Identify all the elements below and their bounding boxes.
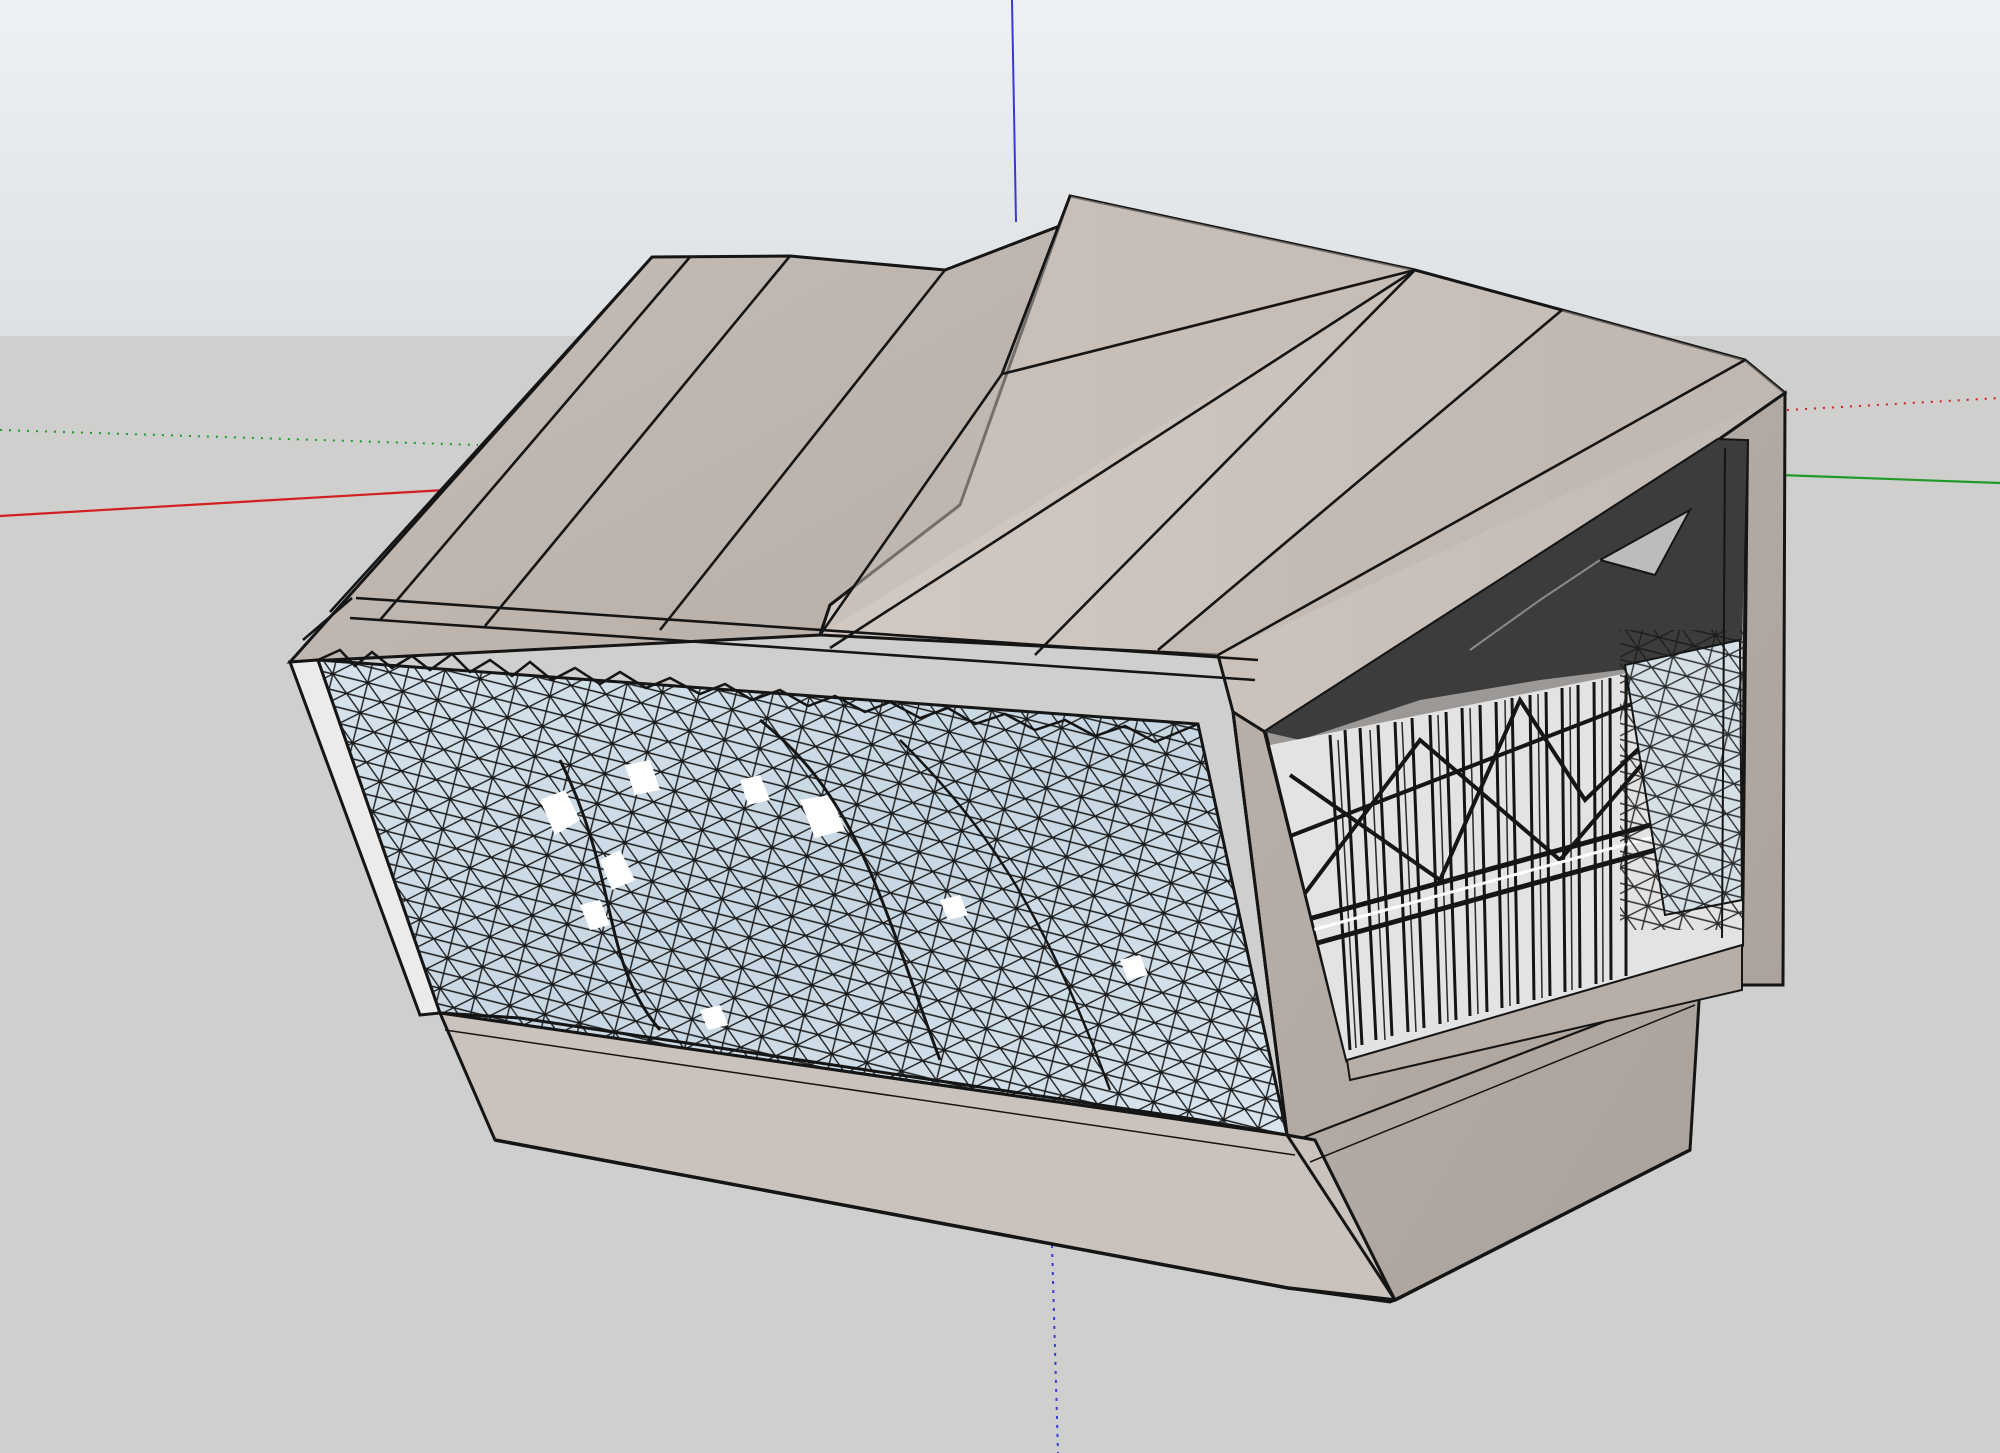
model-viewport[interactable] bbox=[0, 0, 2000, 1453]
scene-canvas[interactable] bbox=[0, 0, 2000, 1453]
